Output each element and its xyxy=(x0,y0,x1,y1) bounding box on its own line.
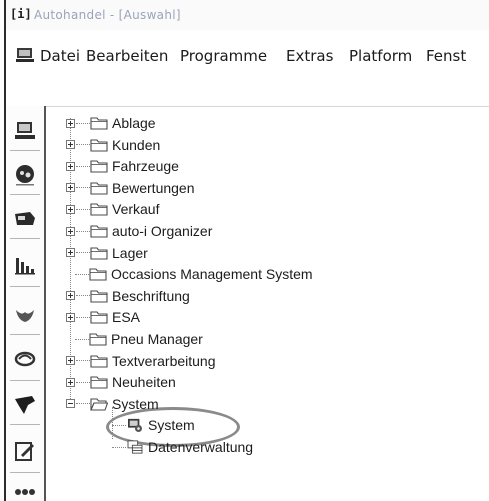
tree-connector xyxy=(76,295,90,297)
car-icon[interactable] xyxy=(12,206,38,232)
tree-node-label: Datenverwaltung xyxy=(148,439,254,455)
folder-icon xyxy=(90,116,108,130)
computer-icon[interactable] xyxy=(16,47,34,63)
menu-platform[interactable]: Platform xyxy=(349,47,412,65)
tree-node-label: Lager xyxy=(112,244,148,261)
tree-node-label: ESA xyxy=(112,309,141,326)
tree-node[interactable]: Bewertungen xyxy=(66,178,195,198)
tree-node-label: Neuheiten xyxy=(112,374,176,391)
tree-connector xyxy=(76,252,90,254)
folder-icon xyxy=(89,332,107,346)
tree-connector xyxy=(76,403,90,405)
folder-icon xyxy=(90,310,108,324)
folder-icon xyxy=(90,138,108,152)
tree-node-label: auto-i Organizer xyxy=(112,223,213,239)
system-gear-icon xyxy=(126,418,144,433)
tree-connector xyxy=(75,338,89,340)
expand-icon[interactable] xyxy=(66,226,75,236)
tree-node-label: Beschriftung xyxy=(112,287,190,304)
menu-extras[interactable]: Extras xyxy=(286,47,333,65)
menu-programme[interactable]: Programme xyxy=(180,47,267,65)
tree-node-label: Bewertungen xyxy=(112,179,195,196)
bull-icon[interactable] xyxy=(12,392,38,418)
tree-node-label: Fahrzeuge xyxy=(112,158,179,175)
title-bar[interactable]: [i] Autohandel - [Auswahl] xyxy=(6,0,489,30)
edit-icon[interactable] xyxy=(12,438,38,464)
face-icon[interactable] xyxy=(12,162,38,188)
expand-icon[interactable] xyxy=(66,356,75,366)
folder-icon xyxy=(90,354,108,368)
folder-icon xyxy=(90,159,108,173)
tree-node-label: Verkauf xyxy=(112,201,160,218)
tree-node-label: System xyxy=(112,395,159,412)
tree-connector xyxy=(75,273,89,275)
tree-node-label: Textverarbeitung xyxy=(112,352,216,369)
tree-node-label: System xyxy=(148,417,195,434)
tree-connector xyxy=(76,122,90,124)
network-icon[interactable] xyxy=(12,480,38,501)
tree-node[interactable]: Verkauf xyxy=(66,199,159,219)
tree-node-label: Occasions Management System xyxy=(111,266,313,283)
tree-connector xyxy=(76,165,90,167)
tree-connector xyxy=(76,360,90,362)
folder-icon xyxy=(90,289,108,303)
tree-node[interactable]: Kunden xyxy=(66,135,160,155)
tree-connector xyxy=(76,144,90,146)
folder-icon xyxy=(90,397,108,411)
database-icon xyxy=(126,440,144,454)
tree-node[interactable]: Textverarbeitung xyxy=(66,351,216,371)
expand-icon[interactable] xyxy=(66,118,75,128)
tree-node[interactable]: auto-i Organizer xyxy=(66,221,212,241)
folder-icon xyxy=(90,224,108,238)
tree-node[interactable]: Lager xyxy=(66,243,148,263)
folder-icon xyxy=(90,202,108,216)
tree-connector xyxy=(76,187,90,189)
expand-icon[interactable] xyxy=(66,248,75,258)
swirl-icon[interactable] xyxy=(12,346,38,372)
tree-node[interactable]: Beschriftung xyxy=(66,286,190,306)
tree-node[interactable]: Pneu Manager xyxy=(66,329,203,349)
tree-node-label: Pneu Manager xyxy=(111,331,203,347)
application-window: [i] Autohandel - [Auswahl] Datei Bearbei… xyxy=(4,0,489,501)
tree-node-label: Ablage xyxy=(112,115,156,131)
computer-icon[interactable] xyxy=(12,118,38,144)
toolbar-area xyxy=(6,70,489,107)
folder-icon xyxy=(90,246,108,260)
tree-node[interactable]: Occasions Management System xyxy=(66,264,313,284)
sidebar xyxy=(6,106,46,501)
tree-node[interactable]: Fahrzeuge xyxy=(66,156,179,176)
tree-connector xyxy=(76,230,90,232)
folder-icon xyxy=(89,267,107,281)
tree-connector xyxy=(76,208,90,210)
tree-connector xyxy=(76,381,90,383)
folder-icon xyxy=(90,375,108,389)
bar-chart-icon[interactable] xyxy=(12,252,38,278)
tree-connector xyxy=(112,424,126,426)
collapse-icon[interactable] xyxy=(66,399,75,409)
tree-node-label: Kunden xyxy=(112,136,161,153)
expand-icon[interactable] xyxy=(66,312,75,322)
expand-icon[interactable] xyxy=(66,291,75,301)
menu-bearbeiten[interactable]: Bearbeiten xyxy=(86,47,168,65)
tree-connector xyxy=(112,446,126,448)
window-title: Autohandel - [Auswahl] xyxy=(34,8,181,22)
expand-icon[interactable] xyxy=(66,377,75,387)
menu-fenster[interactable]: Fenst xyxy=(426,47,466,65)
bird-icon[interactable] xyxy=(12,302,38,328)
expand-icon[interactable] xyxy=(66,183,75,193)
expand-icon[interactable] xyxy=(66,204,75,214)
expand-icon[interactable] xyxy=(66,161,75,171)
tree-node[interactable]: ESA xyxy=(66,307,140,327)
menu-datei[interactable]: Datei xyxy=(40,47,80,65)
tree-node[interactable]: Ablage xyxy=(66,113,156,133)
expand-icon[interactable] xyxy=(66,140,75,150)
tree-node[interactable]: Neuheiten xyxy=(66,372,176,392)
tree-connector xyxy=(76,316,90,318)
tree-child-node[interactable]: Datenverwaltung xyxy=(112,437,253,457)
tree-child-node[interactable]: System xyxy=(112,415,195,435)
folder-icon xyxy=(90,181,108,195)
app-icon: [i] xyxy=(10,7,32,21)
